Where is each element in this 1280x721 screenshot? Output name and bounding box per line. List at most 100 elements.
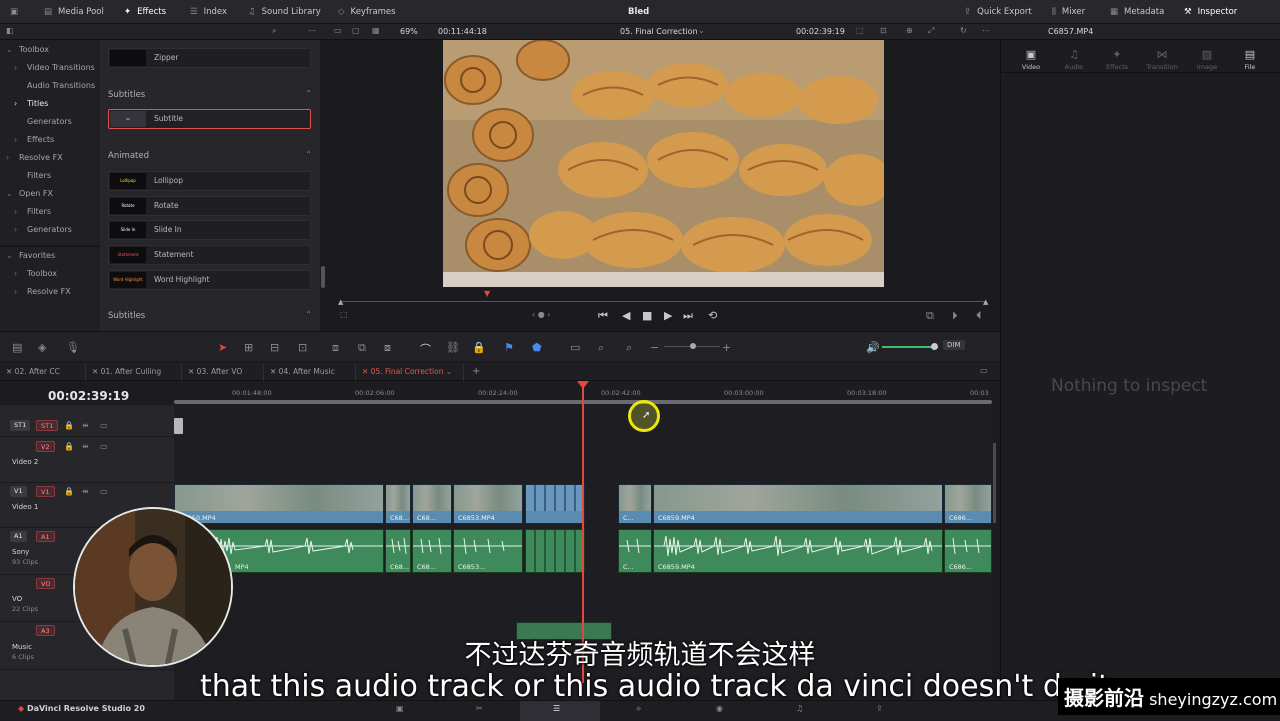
scrub-start-handle[interactable]: ▲ — [338, 298, 343, 306]
audio-clip-group[interactable] — [525, 529, 585, 573]
title-item-rotate[interactable]: Rotate Rotate — [108, 196, 311, 216]
volume-icon[interactable]: 🔊 — [866, 341, 880, 354]
inspector-tab-file[interactable]: ▤ File — [1230, 48, 1270, 71]
match-frame-icon[interactable]: ⧉ — [926, 309, 934, 323]
track-header-st1[interactable]: ST1 ST1 🔒 ⇹ ▭ — [0, 417, 174, 437]
close-icon[interactable]: ✕ — [188, 367, 197, 376]
subtitle-clip[interactable] — [174, 418, 183, 434]
audio-clip[interactable]: C6853... — [453, 529, 523, 573]
video-clip[interactable]: C686... — [944, 484, 992, 524]
collapse-icon[interactable]: ⌃ — [305, 89, 312, 98]
custom-zoom-icon[interactable]: ⌕ — [626, 341, 632, 355]
inspector-tab-effects[interactable]: ✦ Effects — [1097, 48, 1137, 71]
audio-clip[interactable]: C68... — [412, 529, 452, 573]
tab-after-culling[interactable]: ✕ 01. After Culling — [86, 363, 182, 381]
chevron-right-icon[interactable]: › — [14, 63, 17, 72]
viewer-mode-icon[interactable]: ▢ — [352, 26, 360, 35]
video-clip-group[interactable] — [525, 484, 585, 524]
chevron-right-icon[interactable]: › — [14, 225, 17, 234]
scrub-end-handle[interactable]: ▲ — [983, 298, 988, 306]
full-zoom-icon[interactable]: ▭ — [570, 341, 580, 354]
inspector-tab-video[interactable]: ▣ Video — [1011, 48, 1051, 71]
inspector-tab-image[interactable]: ▨ Image — [1187, 48, 1227, 71]
lock-icon[interactable]: 🔒 — [64, 487, 74, 496]
inspector-button[interactable]: ⚒ Inspector — [1184, 0, 1237, 24]
quick-export-button[interactable]: ⇪ Quick Export — [964, 0, 1032, 24]
selection-tool-icon[interactable]: ➤ — [218, 341, 227, 354]
more-options-icon[interactable]: ⋯ — [982, 26, 990, 35]
tree-item-toolbox[interactable]: Toolbox — [19, 45, 49, 54]
more-options-icon[interactable]: ⋯ — [308, 26, 316, 35]
video-clip[interactable]: C68... — [412, 484, 452, 524]
favorite-item-resolve-fx[interactable]: Resolve FX — [27, 287, 71, 296]
zoom-tool-icon[interactable]: ⊕ — [906, 26, 913, 35]
video-clip[interactable]: C6853.MP4 — [453, 484, 523, 524]
video-clip[interactable]: C... — [618, 484, 652, 524]
snapping-icon[interactable]: ⌒ — [420, 341, 431, 357]
sound-library-button[interactable]: ♫ Sound Library — [248, 0, 321, 24]
tree-item-video-transitions[interactable]: Video Transitions — [27, 63, 95, 72]
collapse-icon[interactable]: ⌃ — [305, 150, 312, 159]
microphone-icon[interactable]: 🎙 — [66, 341, 80, 354]
fusion-page-icon[interactable]: ⟡ — [636, 704, 641, 714]
title-item-lollipop[interactable]: Lollipop Lollipop — [108, 171, 311, 191]
video-clip[interactable]: C68... — [385, 484, 411, 524]
tab-after-cc[interactable]: ✕ 02. After CC — [0, 363, 86, 381]
trim-tool-icon[interactable]: ⊞ — [244, 341, 253, 354]
inspector-tab-transition[interactable]: ⋈ Transition — [1142, 48, 1182, 71]
tree-item-effects[interactable]: Effects — [27, 135, 54, 144]
volume-knob[interactable] — [931, 343, 938, 350]
dynamic-trim-icon[interactable]: ⊡ — [298, 341, 307, 354]
insert-clip-icon[interactable]: ⧈ — [332, 341, 339, 355]
jog-control-icon[interactable]: ‹ ● › — [532, 310, 550, 319]
viewer-scrub-bar[interactable] — [340, 301, 986, 302]
metadata-button[interactable]: ▦ Metadata — [1110, 0, 1164, 24]
track-visibility-icon[interactable]: ▭ — [100, 442, 108, 451]
video-clip[interactable]: C6859.MP4 — [653, 484, 943, 524]
next-edit-icon[interactable]: ⏵ — [952, 309, 958, 323]
chevron-down-icon[interactable]: ⌄ — [6, 45, 13, 54]
close-icon[interactable]: ✕ — [270, 367, 279, 376]
lock-icon[interactable]: 🔒 — [472, 341, 486, 354]
fairlight-page-icon[interactable]: ♫ — [796, 704, 803, 713]
auto-select-icon[interactable]: ⇹ — [82, 421, 89, 430]
chevron-right-icon[interactable]: › — [6, 153, 9, 162]
detail-zoom-icon[interactable]: ⌕ — [598, 341, 604, 355]
search-icon[interactable]: ⌕ — [272, 26, 276, 36]
scrub-playhead[interactable]: ▼ — [484, 289, 490, 298]
mixer-button[interactable]: ⫼ Mixer — [1052, 0, 1085, 24]
color-page-icon[interactable]: ◉ — [716, 704, 723, 713]
tree-item-open-fx[interactable]: Open FX — [19, 189, 53, 198]
play-icon[interactable]: ▶ — [664, 309, 672, 322]
panel-toggle-icon[interactable]: ◧ — [6, 26, 14, 35]
layout-icon[interactable]: ▤ — [12, 341, 22, 354]
workspace-menu-icon[interactable]: ▣ — [10, 0, 24, 24]
audio-clip[interactable]: C6859.MP4 — [653, 529, 943, 573]
tree-item-generators[interactable]: Generators — [27, 117, 72, 126]
close-icon[interactable]: ✕ — [92, 367, 101, 376]
dim-button[interactable]: DIM — [943, 340, 965, 350]
close-icon[interactable]: ✕ — [362, 367, 371, 376]
skip-start-icon[interactable]: ⏮ — [598, 309, 608, 323]
subtitle-icon[interactable]: ▭ — [100, 421, 108, 430]
favorite-item-toolbox[interactable]: Toolbox — [27, 269, 57, 278]
crop-icon[interactable]: ⊡ — [880, 26, 887, 35]
marker-icon[interactable]: ⬟ — [532, 341, 542, 354]
tree-item-filters[interactable]: Filters — [27, 207, 51, 216]
timeline-selector[interactable]: 05. Final Correction — [620, 27, 698, 36]
index-button[interactable]: ☰ Index — [190, 0, 227, 24]
overwrite-clip-icon[interactable]: ⧉ — [358, 341, 366, 355]
play-reverse-icon[interactable]: ◀ — [622, 309, 630, 322]
tree-item-resolve-fx[interactable]: Resolve FX — [19, 153, 63, 162]
link-icon[interactable]: ⛓ — [446, 341, 460, 354]
blade-tool-icon[interactable]: ⊟ — [270, 341, 279, 354]
skip-end-icon[interactable]: ⏭ — [683, 309, 693, 323]
viewer-layout-icon[interactable]: ▭ — [334, 26, 342, 35]
keyframes-button[interactable]: ◇ Keyframes — [338, 0, 396, 24]
title-item-slide-in[interactable]: Slide In Slide In — [108, 220, 311, 240]
zoom-slider-knob[interactable] — [690, 343, 696, 349]
lock-icon[interactable]: 🔒 — [64, 421, 74, 430]
volume-slider[interactable] — [882, 346, 934, 348]
tree-item-titles[interactable]: Titles — [27, 99, 48, 108]
favorites-header[interactable]: Favorites — [19, 251, 55, 260]
